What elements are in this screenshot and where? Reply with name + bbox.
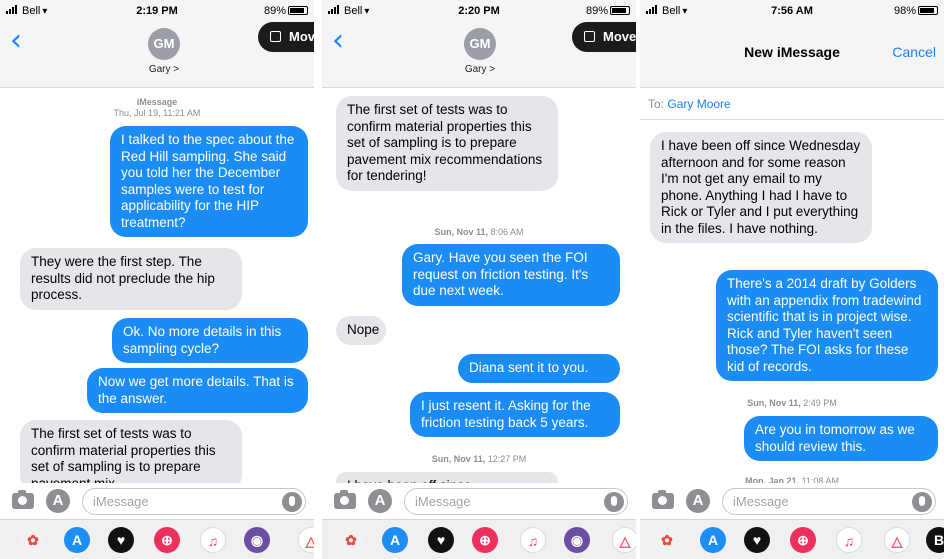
search-globe-icon[interactable]: ⊕	[472, 527, 498, 553]
timestamp: Sun, Nov 11, 12:27 PM	[322, 454, 636, 465]
timestamp-date: Sun, Nov 11,	[431, 454, 486, 464]
move-icon	[584, 31, 595, 42]
airbnb-icon[interactable]: △	[612, 527, 636, 553]
message-outgoing[interactable]: I talked to the spec about the Red Hill …	[110, 126, 308, 237]
input-bar: A	[0, 483, 314, 519]
message-input[interactable]	[405, 489, 583, 514]
battery-icon	[288, 6, 308, 15]
cancel-button[interactable]: Cancel	[892, 44, 936, 60]
photos-icon[interactable]: ✿	[20, 527, 46, 553]
search-globe-icon[interactable]: ⊕	[790, 527, 816, 553]
divider	[314, 0, 322, 559]
app-store-icon[interactable]: A	[700, 527, 726, 553]
status-bar: Bell ▾ 2:19 PM 89%	[0, 3, 314, 19]
avatar[interactable]: GM	[148, 28, 180, 60]
back-chevron-icon[interactable]: ‹	[332, 26, 344, 56]
move-label: Move	[603, 29, 636, 44]
message-incoming[interactable]: Nope	[336, 316, 386, 345]
timestamp: Sun, Nov 11, 2:49 PM	[640, 398, 944, 409]
timestamp-date: Sun, Nov 11,	[434, 227, 488, 237]
timestamp-time: 8:06 AM	[490, 227, 524, 237]
battery-icon	[918, 6, 938, 15]
timestamp-time: 12:27 PM	[487, 454, 527, 464]
service-label: iMessage	[136, 97, 178, 107]
conversation-screen-1: Bell▾ 2:19 PM 89% ‹ GM Gary > Move iMess…	[0, 0, 314, 559]
app-store-icon[interactable]: A	[64, 527, 90, 553]
app-tray: ✿ A ♥ ⊕ ♫ △ B	[640, 519, 944, 559]
input-bar: A	[322, 483, 636, 519]
move-label: Move	[289, 29, 314, 44]
move-button[interactable]: Move	[258, 22, 314, 52]
back-chevron-icon[interactable]: ‹	[10, 26, 22, 56]
music-icon[interactable]: ♫	[520, 527, 546, 553]
game-icon[interactable]: ◉	[244, 527, 270, 553]
message-outgoing[interactable]: I just resent it. Asking for the frictio…	[410, 392, 620, 437]
message-field[interactable]	[722, 488, 936, 515]
timestamp-text: Thu, Jul 19, 11:21 AM	[113, 108, 201, 118]
heart-icon[interactable]: ♥	[108, 527, 134, 553]
photos-icon[interactable]: ✿	[654, 527, 680, 553]
microphone-icon[interactable]	[282, 492, 302, 512]
app-tray: ✿ A ♥ ⊕ ♫ ◉ △	[322, 519, 636, 559]
new-message-screen: Bell ▾ 7:56 AM 98% New iMessage Cancel To…	[640, 0, 944, 559]
battery: 89%	[264, 5, 308, 17]
battery: 89%	[586, 5, 630, 17]
move-icon	[270, 31, 281, 42]
message-outgoing[interactable]: Gary. Have you seen the FOI request on f…	[402, 244, 620, 306]
app-store-icon[interactable]: A	[46, 489, 70, 513]
avatar[interactable]: GM	[464, 28, 496, 60]
message-incoming[interactable]: They were the first step. The results di…	[20, 248, 242, 310]
camera-icon[interactable]	[652, 490, 674, 509]
timestamp-time: 2:49 PM	[803, 398, 837, 408]
camera-icon[interactable]	[334, 490, 356, 509]
camera-icon[interactable]	[12, 490, 34, 509]
message-input[interactable]	[723, 489, 893, 514]
app-store-icon[interactable]: A	[686, 489, 710, 513]
message-outgoing[interactable]: Now we get more details. That is the ans…	[87, 368, 308, 413]
message-incoming[interactable]: I have been off since Wednesday afternoo…	[650, 132, 872, 243]
battery-icon	[610, 6, 630, 15]
contact-name[interactable]: Gary >	[430, 64, 530, 75]
search-globe-icon[interactable]: ⊕	[154, 527, 180, 553]
heart-icon[interactable]: ♥	[744, 527, 770, 553]
battery: 98%	[894, 5, 938, 17]
app-store-icon[interactable]: A	[382, 527, 408, 553]
timestamp: Sun, Nov 11, 8:06 AM	[322, 227, 636, 238]
message-outgoing[interactable]: There's a 2014 draft by Golders with an …	[716, 270, 938, 381]
photos-icon[interactable]: ✿	[338, 527, 364, 553]
heart-icon[interactable]: ♥	[428, 527, 454, 553]
battery-percent: 89%	[263, 5, 286, 17]
music-icon[interactable]: ♫	[200, 527, 226, 553]
message-field[interactable]	[404, 488, 628, 515]
to-label: To:	[648, 97, 665, 111]
status-bar: Bell ▾ 7:56 AM 98%	[640, 3, 944, 19]
message-incoming[interactable]: The first set of tests was to confirm ma…	[20, 420, 242, 491]
move-button[interactable]: Move	[572, 22, 636, 52]
message-outgoing[interactable]: Diana sent it to you.	[458, 354, 620, 383]
app-store-icon[interactable]: A	[368, 489, 392, 513]
timestamp-date: Sun, Nov 11,	[747, 398, 801, 408]
message-outgoing[interactable]: Are you in tomorrow as we should review …	[744, 416, 938, 461]
message-input[interactable]	[83, 489, 261, 514]
message-incoming[interactable]: The first set of tests was to confirm ma…	[336, 96, 558, 191]
microphone-icon[interactable]	[604, 492, 624, 512]
recipient[interactable]: Gary Moore	[667, 97, 730, 111]
battery-percent: 98%	[893, 5, 916, 17]
input-bar: A	[640, 483, 944, 519]
b-icon[interactable]: B	[926, 527, 944, 553]
airbnb-icon[interactable]: △	[298, 527, 314, 553]
microphone-icon[interactable]	[912, 492, 932, 512]
game-icon[interactable]: ◉	[564, 527, 590, 553]
to-field[interactable]: To: Gary Moore	[640, 88, 944, 120]
battery-percent: 89%	[585, 5, 608, 17]
message-outgoing[interactable]: Ok. No more details in this sampling cyc…	[112, 318, 308, 363]
contact-name[interactable]: Gary >	[114, 64, 214, 75]
conversation-screen-2: Bell ▾ 2:20 PM 89% ‹ GM Gary > Move The f…	[322, 0, 636, 559]
status-bar: Bell ▾ 2:20 PM 89%	[322, 3, 636, 19]
message-field[interactable]	[82, 488, 306, 515]
timestamp: iMessage Thu, Jul 19, 11:21 AM	[0, 97, 314, 119]
airbnb-icon[interactable]: △	[884, 527, 910, 553]
music-icon[interactable]: ♫	[836, 527, 862, 553]
app-tray: ✿ A ♥ ⊕ ♫ ◉ △	[0, 519, 314, 559]
